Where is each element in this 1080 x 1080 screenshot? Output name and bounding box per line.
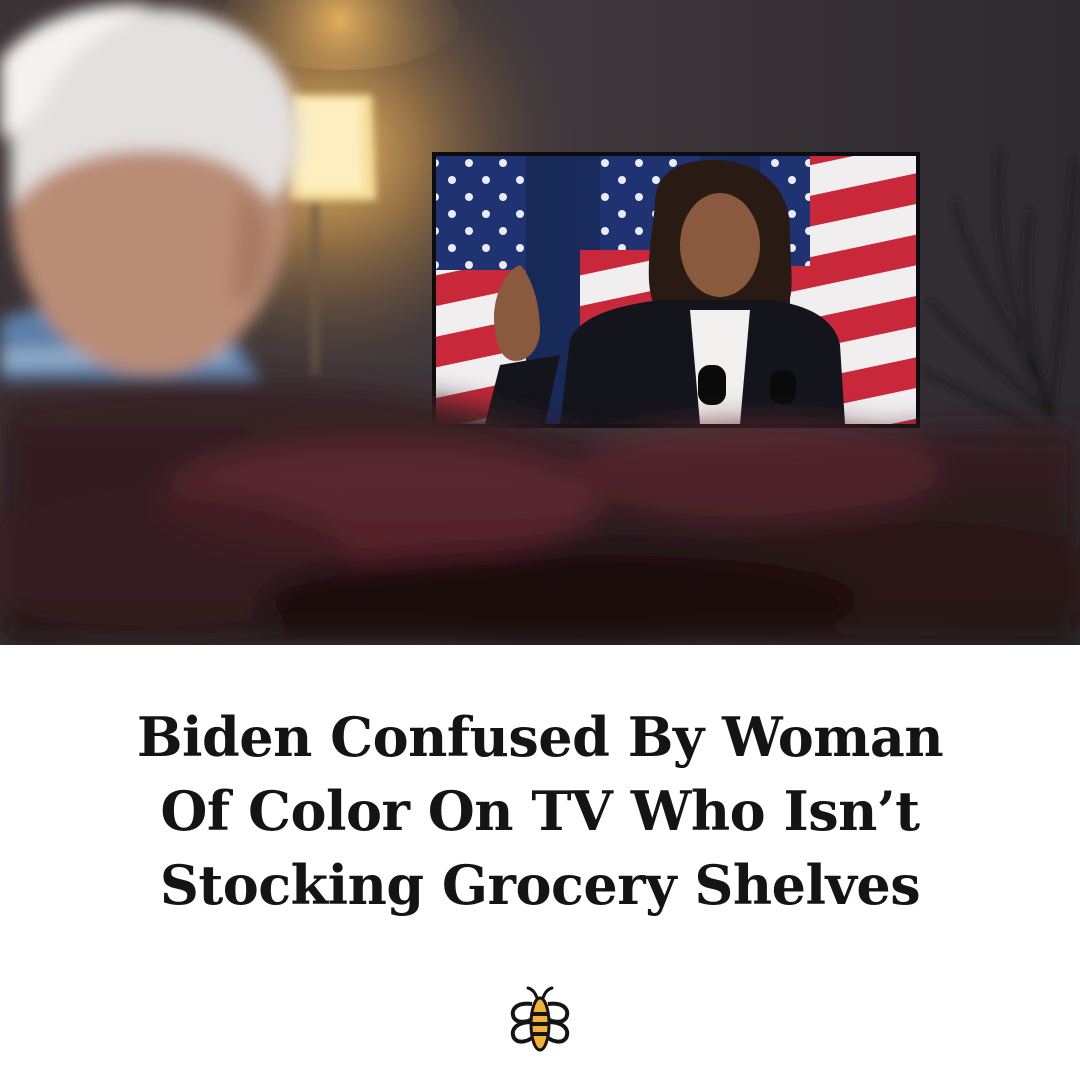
tv-screen <box>432 152 920 428</box>
headline-line: Biden Confused By Woman <box>136 705 944 769</box>
headline-line: Of Color On TV Who Isn’t <box>160 779 920 843</box>
meme-post: Biden Confused By Woman Of Color On TV W… <box>0 0 1080 1080</box>
news-photo <box>0 0 1080 645</box>
bee-icon <box>504 984 576 1056</box>
headline-line: Stocking Grocery Shelves <box>159 853 921 917</box>
headline: Biden Confused By Woman Of Color On TV W… <box>60 700 1020 922</box>
